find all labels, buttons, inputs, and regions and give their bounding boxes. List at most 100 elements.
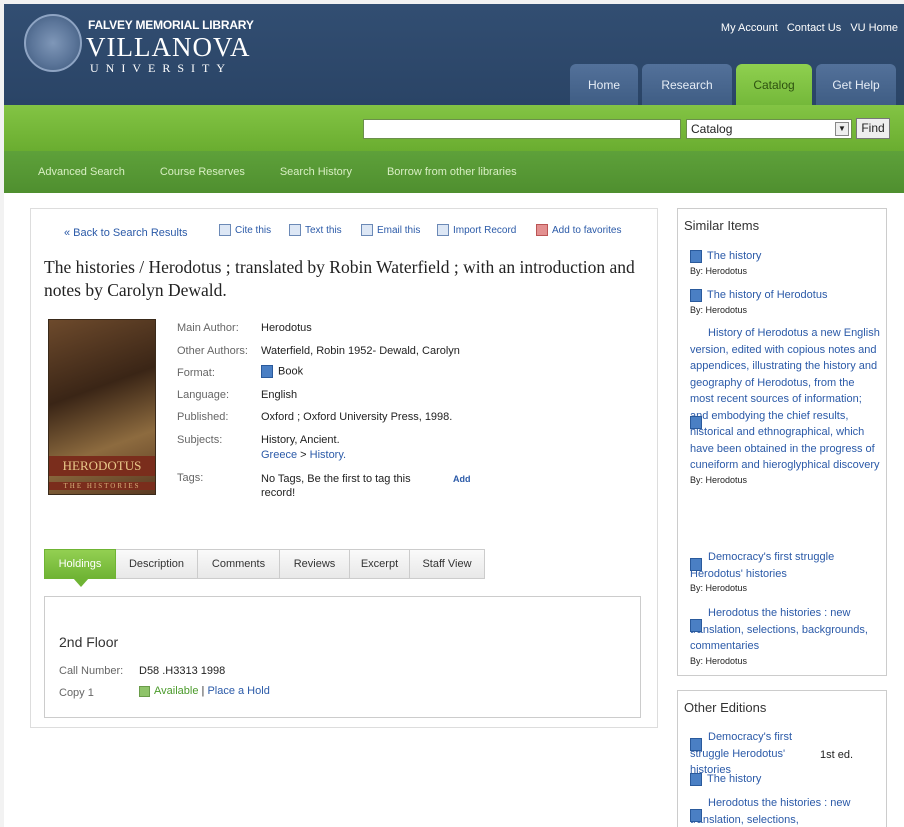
- envelope-icon: [361, 224, 373, 236]
- advanced-search-link[interactable]: Advanced Search: [38, 166, 125, 178]
- subject-link-history-ancient[interactable]: History, Ancient.: [261, 434, 340, 446]
- university-seal-logo[interactable]: [24, 14, 82, 72]
- book-icon: [690, 619, 702, 632]
- similar-item-link[interactable]: History of Herodotus a new English versi…: [690, 325, 880, 474]
- edition-item-link[interactable]: The history: [707, 773, 761, 785]
- tab-holdings[interactable]: Holdings: [44, 549, 116, 587]
- search-scope-value: Catalog: [691, 122, 733, 136]
- book-cover-image: HERODOTUS THE HISTORIES: [48, 319, 156, 495]
- format-text: Book: [278, 365, 304, 378]
- similar-item-link[interactable]: The history of Herodotus: [707, 289, 827, 301]
- add-tag-link[interactable]: Add: [453, 474, 471, 484]
- subjects-label: Subjects:: [177, 434, 223, 446]
- search-history-link[interactable]: Search History: [280, 166, 352, 178]
- availability-status: Available | Place a Hold: [139, 685, 270, 697]
- cite-button[interactable]: Cite this: [219, 224, 271, 236]
- similar-item: History of Herodotus a new English versi…: [690, 325, 880, 486]
- tab-reviews[interactable]: Reviews: [280, 549, 350, 579]
- back-to-results-link[interactable]: « Back to Search Results: [64, 227, 188, 239]
- format-value: Book: [261, 365, 303, 378]
- search-input[interactable]: [363, 119, 681, 139]
- book-icon: [690, 809, 702, 822]
- status-separator: |: [201, 685, 205, 697]
- holdings-location: 2nd Floor: [59, 634, 119, 650]
- text-button[interactable]: Text this: [289, 224, 342, 236]
- other-editions-panel: Other Editions Democracy's first struggl…: [677, 690, 887, 827]
- format-label: Format:: [177, 367, 215, 379]
- copy-label: Copy 1: [59, 687, 94, 699]
- chevron-down-icon[interactable]: ▼: [835, 122, 849, 136]
- sub-navigation: Advanced Search Course Reserves Search H…: [4, 151, 904, 193]
- similar-item: Democracy's first struggle Herodotus' hi…: [690, 549, 880, 594]
- subject-separator: >: [297, 449, 310, 461]
- cite-icon: [219, 224, 231, 236]
- book-icon: [690, 558, 702, 571]
- similar-item-author: By: Herodotus: [690, 474, 748, 485]
- tags-label: Tags:: [177, 472, 204, 484]
- subject-greece-history: Greece > History.: [261, 449, 346, 461]
- place-hold-link[interactable]: Place a Hold: [207, 685, 269, 697]
- available-icon: [139, 685, 150, 697]
- similar-item-link[interactable]: The history: [707, 250, 761, 262]
- import-button[interactable]: Import Record: [437, 224, 516, 236]
- subject-link-history[interactable]: History.: [310, 449, 346, 461]
- email-button[interactable]: Email this: [361, 224, 420, 236]
- tab-research[interactable]: Research: [642, 64, 732, 105]
- edition-item: The history: [690, 771, 880, 788]
- favorites-button[interactable]: Add to favorites: [536, 224, 621, 236]
- record-panel: « Back to Search Results Cite this Text …: [30, 208, 658, 728]
- tab-excerpt[interactable]: Excerpt: [350, 549, 410, 579]
- edition-item-link[interactable]: Herodotus the histories : new translatio…: [690, 795, 880, 827]
- record-tabs: Holdings Description Comments Reviews Ex…: [44, 549, 485, 587]
- subject-link-greece[interactable]: Greece: [261, 449, 297, 461]
- search-scope-select[interactable]: Catalog ▼: [686, 119, 852, 139]
- my-account-link[interactable]: My Account: [721, 22, 778, 34]
- similar-item-link[interactable]: Herodotus the histories : new translatio…: [690, 605, 880, 655]
- tab-get-help[interactable]: Get Help: [816, 64, 896, 105]
- cover-subtitle: THE HISTORIES: [49, 482, 155, 490]
- main-author-label: Main Author:: [177, 322, 239, 334]
- book-icon: [690, 288, 702, 302]
- top-links: My Account Contact Us VU Home: [715, 22, 898, 34]
- cover-title: HERODOTUS: [49, 456, 155, 476]
- borrow-link[interactable]: Borrow from other libraries: [387, 166, 517, 178]
- content-area: « Back to Search Results Cite this Text …: [4, 193, 904, 827]
- contact-us-link[interactable]: Contact Us: [787, 22, 841, 34]
- similar-item: Herodotus the histories : new translatio…: [690, 605, 880, 667]
- tags-value: No Tags, Be the first to tag this record…: [261, 473, 411, 499]
- language-label: Language:: [177, 389, 229, 401]
- similar-item: The history By: Herodotus: [690, 248, 880, 277]
- email-label: Email this: [377, 224, 421, 236]
- find-button[interactable]: Find: [856, 118, 890, 139]
- similar-item-author: By: Herodotus: [690, 304, 748, 315]
- tab-catalog[interactable]: Catalog: [736, 64, 812, 105]
- phone-icon: [289, 224, 301, 236]
- holdings-panel: 2nd Floor Call Number: D58 .H3313 1998 C…: [44, 596, 641, 718]
- book-icon: [690, 249, 702, 263]
- tab-comments[interactable]: Comments: [198, 549, 280, 579]
- page: { "header": { "logo_sub": "FALVEY MEMORI…: [0, 0, 904, 827]
- published-label: Published:: [177, 411, 229, 423]
- available-text: Available: [154, 685, 199, 697]
- vu-home-link[interactable]: VU Home: [850, 22, 898, 34]
- similar-items-panel: Similar Items The history By: Herodotus …: [677, 208, 887, 676]
- edition-item: Herodotus the histories : new translatio…: [690, 795, 880, 827]
- other-editions-title: Other Editions: [684, 700, 767, 715]
- course-reserves-link[interactable]: Course Reserves: [160, 166, 245, 178]
- similar-item-link[interactable]: Democracy's first struggle Herodotus' hi…: [690, 549, 880, 582]
- logo-library-name[interactable]: FALVEY MEMORIAL LIBRARY: [88, 18, 254, 32]
- published-value: Oxford ; Oxford University Press, 1998.: [261, 411, 453, 423]
- edition-label: 1st ed.: [820, 749, 854, 761]
- similar-item-author: By: Herodotus: [690, 583, 748, 593]
- other-authors-link[interactable]: Waterfield, Robin 1952- Dewald, Carolyn: [261, 345, 460, 357]
- tab-description[interactable]: Description: [116, 549, 198, 579]
- favorites-label: Add to favorites: [552, 224, 622, 236]
- main-author-link[interactable]: Herodotus: [261, 322, 312, 334]
- logo-university-name[interactable]: VILLANOVA: [86, 34, 251, 61]
- tab-home[interactable]: Home: [570, 64, 638, 105]
- main-tabs: Home Research Catalog Get Help: [570, 64, 896, 105]
- header: FALVEY MEMORIAL LIBRARY VILLANOVA UNIVER…: [4, 4, 904, 105]
- similar-item: The history of Herodotus By: Herodotus: [690, 287, 880, 316]
- tab-staff-view[interactable]: Staff View: [410, 549, 485, 579]
- call-number-value: D58 .H3313 1998: [139, 665, 226, 677]
